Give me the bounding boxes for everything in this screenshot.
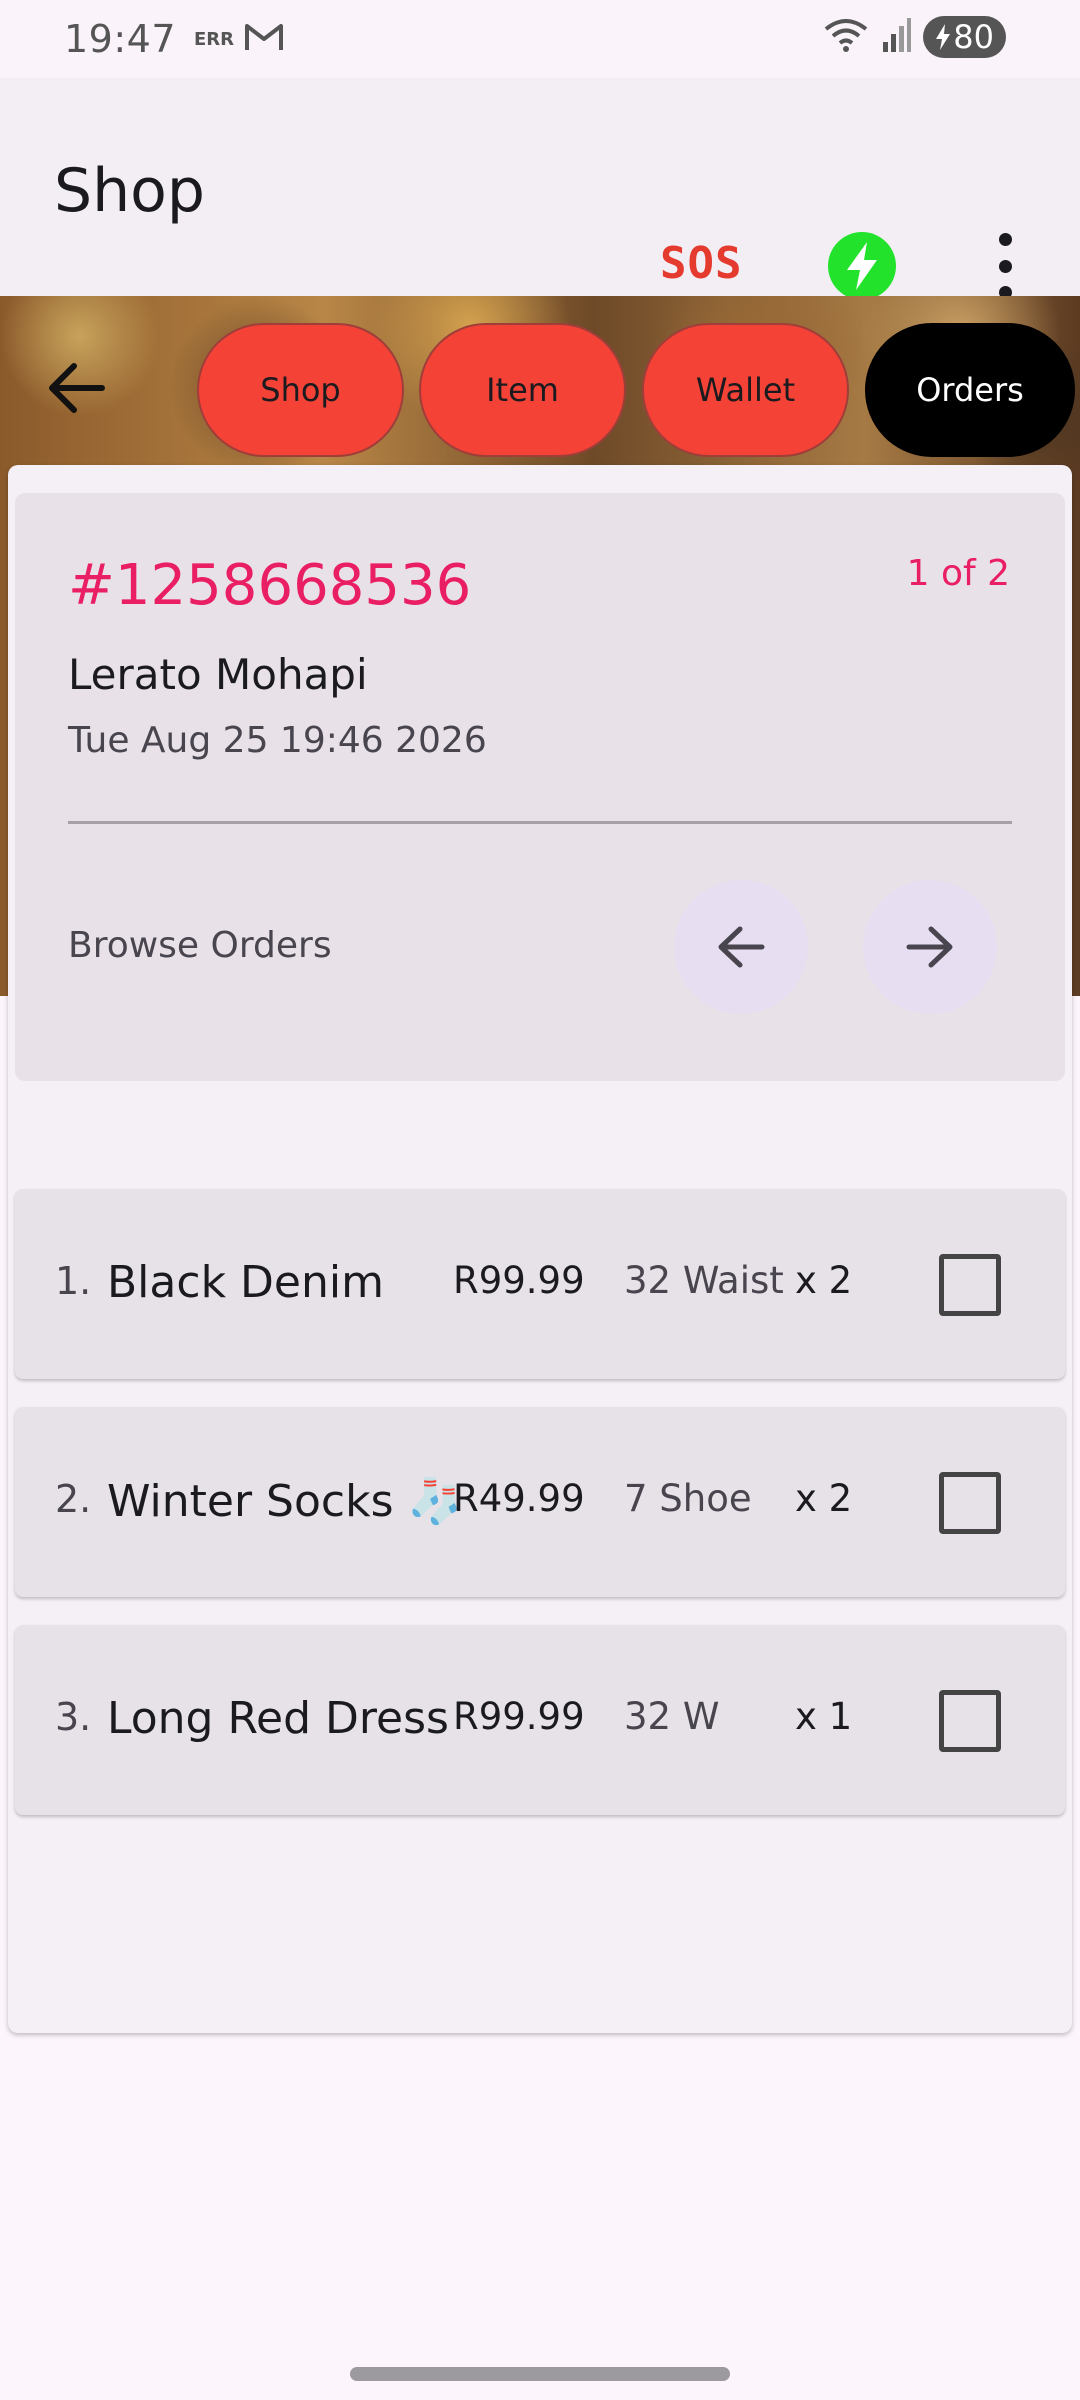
order-page-indicator: 1 of 2 <box>906 553 1010 594</box>
item-quantity: x 2 <box>795 1477 853 1520</box>
order-datetime: Tue Aug 25 19:46 2026 <box>68 720 487 761</box>
item-price: R99.99 <box>453 1695 585 1738</box>
divider <box>68 821 1012 824</box>
item-checkbox[interactable] <box>939 1472 1001 1534</box>
more-vertical-icon <box>998 233 1012 246</box>
more-options-button[interactable] <box>985 233 1025 299</box>
item-size: 32 Waist <box>624 1259 784 1302</box>
lightning-bolt-button[interactable] <box>828 232 896 300</box>
tab-wallet[interactable]: Wallet <box>642 323 849 457</box>
list-item: 2. Winter Socks 🧦 R49.99 7 Shoe x 2 <box>15 1407 1065 1597</box>
item-price: R99.99 <box>453 1259 585 1302</box>
order-id: #1258668536 <box>68 553 472 618</box>
home-indicator[interactable] <box>350 2367 730 2381</box>
page-title: Shop <box>54 156 205 226</box>
tab-item[interactable]: Item <box>419 323 626 457</box>
customer-name: Lerato Mohapi <box>68 650 368 699</box>
tab-shop[interactable]: Shop <box>197 323 404 457</box>
signal-icon <box>881 18 912 56</box>
arrow-right-icon <box>906 926 953 968</box>
item-number: 2. <box>55 1477 92 1521</box>
item-size: 7 Shoe <box>624 1477 752 1520</box>
previous-order-button[interactable] <box>674 880 808 1014</box>
list-item: 3. Long Red Dress R99.99 32 W x 1 <box>15 1625 1065 1815</box>
back-button[interactable] <box>40 352 112 424</box>
status-bar: 19:47 ERR 80 <box>0 0 1080 78</box>
wifi-icon <box>823 17 869 57</box>
tab-orders[interactable]: Orders <box>865 323 1075 457</box>
item-checkbox[interactable] <box>939 1690 1001 1752</box>
battery-level: 80 <box>953 18 994 56</box>
item-number: 3. <box>55 1695 92 1739</box>
item-checkbox[interactable] <box>939 1254 1001 1316</box>
lightning-bolt-icon <box>847 242 877 290</box>
carrier-notification-icon: ERR <box>194 28 235 50</box>
item-name: Black Denim <box>107 1257 384 1308</box>
item-quantity: x 2 <box>795 1259 853 1302</box>
list-item: 1. Black Denim R99.99 32 Waist x 2 <box>15 1189 1065 1379</box>
arrow-left-icon <box>718 926 765 968</box>
gmail-icon <box>244 22 284 56</box>
sos-button[interactable]: SOS <box>660 238 742 289</box>
app-bar: Shop SOS <box>0 78 1080 300</box>
next-order-button[interactable] <box>863 880 997 1014</box>
status-time: 19:47 <box>64 17 177 61</box>
item-name: Long Red Dress <box>107 1693 449 1744</box>
battery-indicator: 80 <box>923 16 1006 58</box>
item-price: R49.99 <box>453 1477 585 1520</box>
browse-orders-label: Browse Orders <box>68 925 332 966</box>
item-size: 32 W <box>624 1695 720 1738</box>
arrow-left-icon <box>49 363 105 413</box>
item-quantity: x 1 <box>795 1695 853 1738</box>
item-number: 1. <box>55 1259 92 1303</box>
item-name: Winter Socks 🧦 <box>107 1476 463 1527</box>
